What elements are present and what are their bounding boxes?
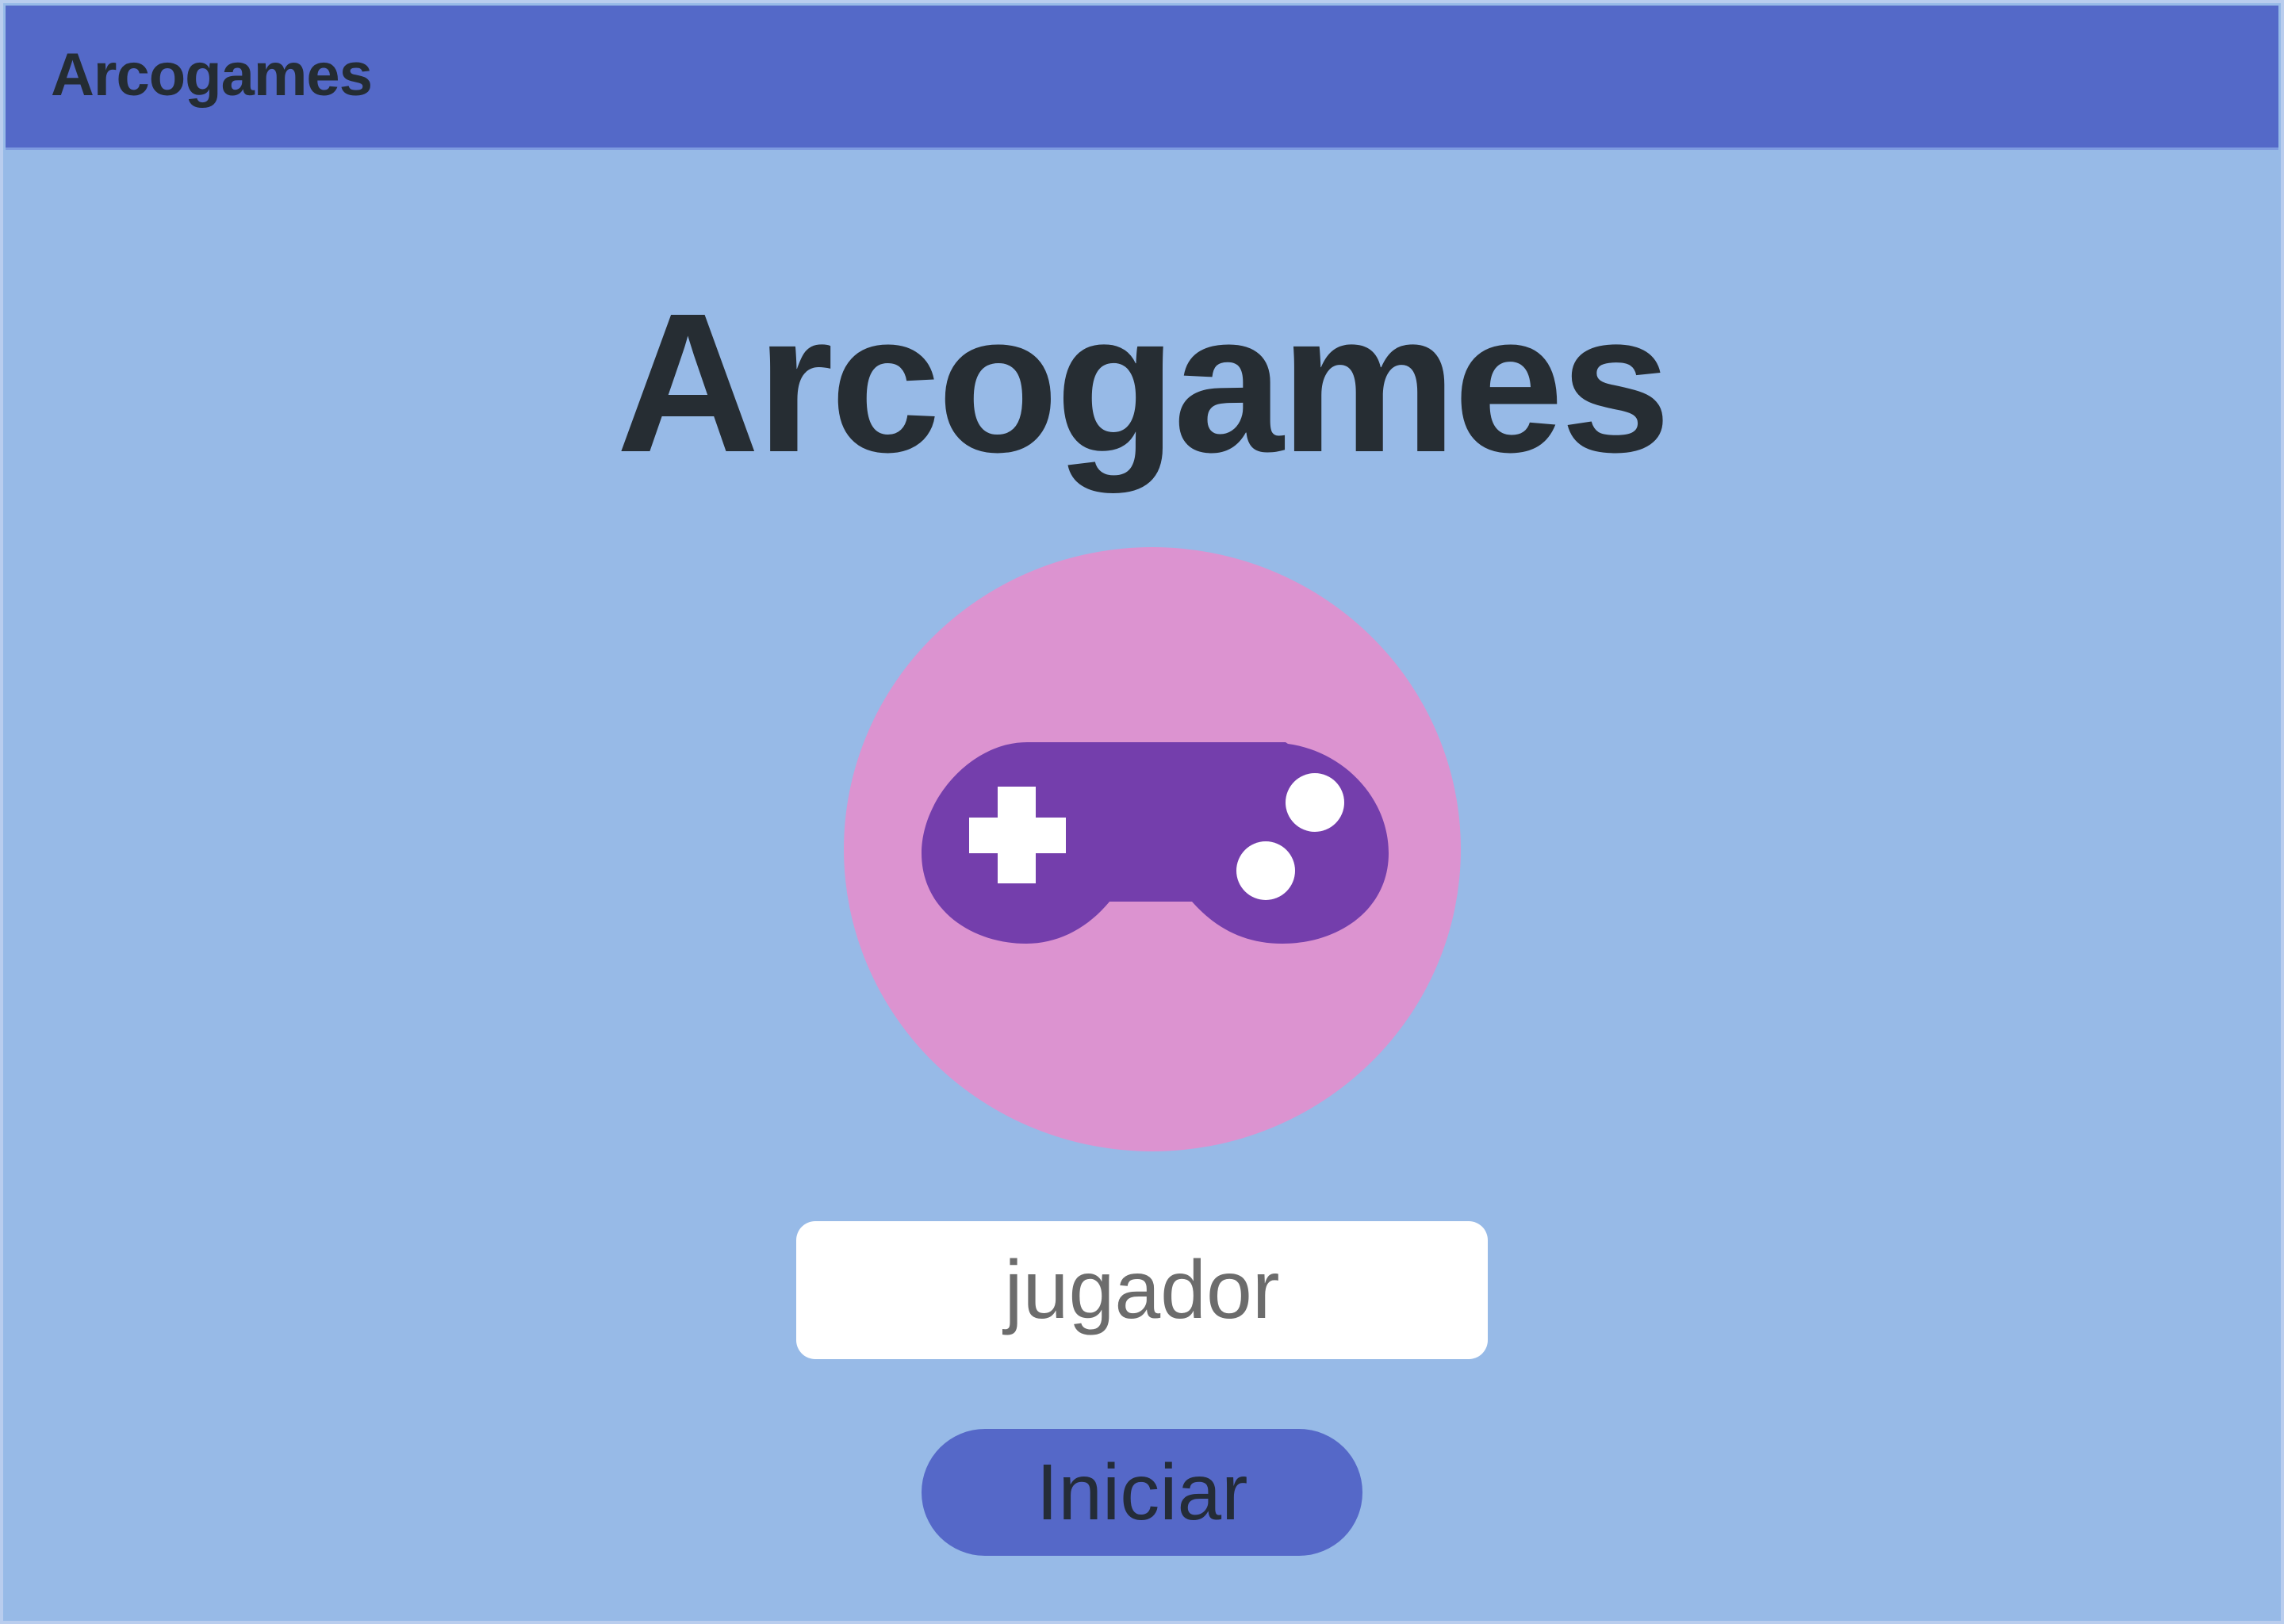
top-bar: Arcogames xyxy=(6,6,2278,150)
start-button[interactable]: Iniciar xyxy=(922,1429,1362,1556)
logo-circle xyxy=(844,547,1461,1151)
gamepad-icon xyxy=(922,742,1389,944)
page-title: Arcogames xyxy=(616,272,1671,493)
button-a xyxy=(1286,773,1344,832)
button-b xyxy=(1236,841,1295,900)
dpad-horizontal xyxy=(969,818,1066,853)
header-title: Arcogames xyxy=(51,41,373,109)
player-name-input[interactable] xyxy=(796,1221,1488,1359)
